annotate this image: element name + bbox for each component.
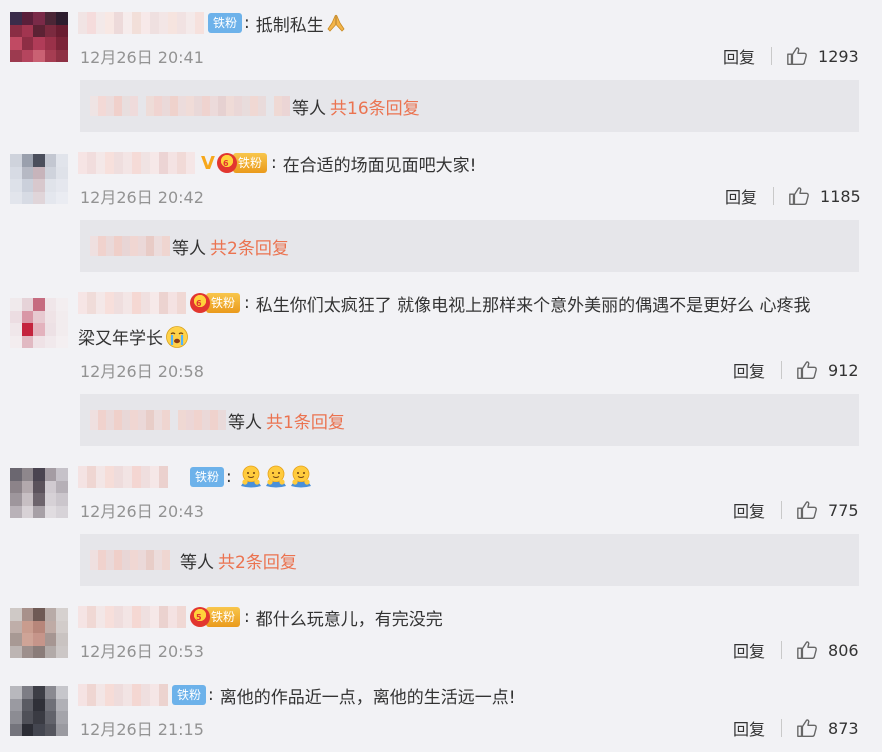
comment-time: 12月26日 21:15	[80, 720, 204, 739]
comment-text-continued: 梁又年学长	[78, 329, 163, 349]
like-count: 1293	[818, 46, 859, 66]
reply-total-link[interactable]: 共2条回复	[218, 548, 297, 573]
reply-button[interactable]: 回复	[733, 638, 765, 662]
colon: :	[244, 607, 250, 627]
pray-emoji-icon	[327, 14, 345, 32]
like-button[interactable]: 912	[796, 359, 859, 381]
divider	[781, 361, 783, 379]
thumbs-up-icon	[796, 359, 818, 381]
reply-total-link[interactable]: 共16条回复	[330, 94, 420, 119]
username[interactable]	[78, 684, 168, 706]
thumbs-up-icon	[788, 185, 810, 207]
avatar[interactable]	[10, 154, 68, 204]
divider	[781, 501, 783, 519]
comment-time: 12月26日 20:53	[80, 642, 204, 661]
hug-emoji-icon	[238, 465, 264, 489]
comment-time: 12月26日 20:43	[80, 502, 204, 521]
comment-text: 都什么玩意儿，有完没完	[255, 609, 443, 630]
reply-button[interactable]: 回复	[733, 716, 765, 740]
reply-button[interactable]: 回复	[725, 184, 757, 208]
like-button[interactable]: 1185	[788, 185, 861, 207]
username[interactable]	[78, 292, 186, 314]
fan-crown-icon: 6	[216, 153, 237, 173]
reply-button[interactable]: 回复	[733, 358, 765, 382]
reply-thread[interactable]: 等人 共2条回复	[80, 534, 859, 586]
fan-crown-icon: 5	[190, 607, 210, 627]
username[interactable]	[78, 12, 204, 34]
fan-badge: 铁粉	[172, 685, 207, 705]
reply-thread[interactable]: 等人 共16条回复	[80, 80, 859, 132]
crying-emoji-icon	[166, 326, 188, 348]
fan-badge: 铁粉	[208, 13, 243, 33]
colon: :	[270, 153, 277, 173]
reply-button[interactable]: 回复	[733, 498, 765, 522]
username[interactable]	[78, 152, 195, 174]
hug-emoji-icon	[263, 465, 289, 489]
like-count: 912	[828, 360, 859, 380]
comment-text: 抵制私生	[255, 15, 324, 36]
like-button[interactable]: 873	[796, 717, 859, 739]
like-count: 775	[828, 500, 859, 520]
reply-thread[interactable]: 等人 共2条回复	[80, 220, 859, 272]
reply-prefix: 等人	[172, 238, 206, 259]
reply-usernames	[90, 410, 226, 430]
like-button[interactable]: 806	[796, 639, 859, 661]
like-button[interactable]: 775	[796, 499, 859, 521]
comment-text: 在合适的场面见面吧大家!	[282, 155, 477, 176]
username[interactable]	[78, 606, 186, 628]
reply-usernames	[90, 236, 170, 256]
comment-text: 私生你们太疯狂了 就像电视上那样来个意外美丽的偶遇不是更好么 心疼我	[255, 295, 811, 316]
colon: :	[244, 293, 250, 313]
vip-v-icon: V	[201, 152, 215, 174]
avatar[interactable]	[10, 468, 68, 518]
hug-emoji-icon	[288, 465, 314, 489]
like-count: 873	[828, 718, 859, 738]
reply-usernames	[90, 96, 290, 116]
fan-badge: 铁粉	[190, 467, 225, 487]
thumbs-up-icon	[786, 45, 808, 67]
like-button[interactable]: 1293	[786, 45, 859, 67]
colon: :	[208, 685, 214, 705]
fan-badge: 铁粉	[232, 153, 267, 173]
like-count: 1185	[820, 186, 861, 206]
avatar[interactable]	[10, 686, 68, 736]
reply-button[interactable]: 回复	[723, 44, 755, 68]
fan-crown-icon: 6	[190, 293, 210, 313]
thumbs-up-icon	[796, 717, 818, 739]
thumbs-up-icon	[796, 499, 818, 521]
like-count: 806	[828, 640, 859, 660]
reply-usernames	[90, 550, 178, 570]
fan-badge: 铁粉	[206, 607, 241, 627]
thumbs-up-icon	[796, 639, 818, 661]
reply-total-link[interactable]: 共2条回复	[210, 234, 289, 259]
comment-text: 离他的作品近一点，离他的生活远一点!	[219, 687, 516, 708]
username[interactable]	[78, 466, 186, 488]
reply-prefix: 等人	[292, 98, 326, 119]
reply-thread[interactable]: 等人 共1条回复	[80, 394, 859, 446]
fan-level-badge: 6 铁粉	[216, 153, 267, 173]
reply-total-link[interactable]: 共1条回复	[266, 408, 345, 433]
divider	[781, 641, 783, 659]
divider	[773, 187, 775, 205]
avatar[interactable]	[10, 12, 68, 62]
avatar[interactable]	[10, 298, 68, 348]
colon: :	[244, 13, 250, 33]
avatar[interactable]	[10, 608, 68, 658]
comment-time: 12月26日 20:58	[80, 362, 204, 381]
comment-time: 12月26日 20:42	[80, 188, 204, 207]
fan-level-badge: 6 铁粉	[190, 293, 241, 313]
divider	[781, 719, 783, 737]
comment-time: 12月26日 20:41	[80, 48, 204, 67]
colon: :	[226, 467, 232, 487]
fan-level-badge: 5 铁粉	[190, 607, 241, 627]
reply-prefix: 等人	[228, 412, 262, 433]
divider	[771, 47, 773, 65]
reply-prefix: 等人	[180, 552, 214, 573]
fan-badge: 铁粉	[206, 293, 241, 313]
